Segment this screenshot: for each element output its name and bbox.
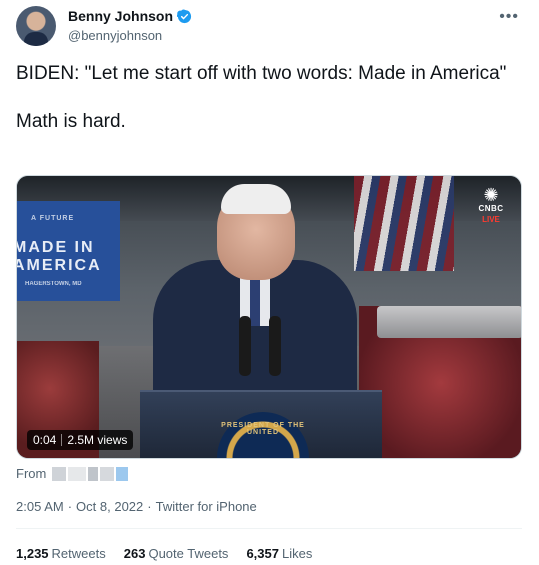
video-badge: 0:04 2.5M views (27, 430, 134, 450)
from-label: From (16, 466, 47, 481)
tweet-text: BIDEN: "Let me start off with two words:… (16, 62, 521, 134)
made-in-america-banner: A FUTURE MADE IN AMERICA HAGERSTOWN, MD (17, 201, 120, 301)
source-name-redacted[interactable] (52, 466, 129, 481)
microphone-icon (239, 316, 251, 376)
tweet-text-line2: Math is hard. (16, 111, 126, 132)
quote-tweets-stat[interactable]: 263 Quote Tweets (124, 546, 229, 561)
banner-line2: AMERICA (16, 257, 102, 274)
tweet-client[interactable]: Twitter for iPhone (156, 499, 257, 514)
quote-tweets-label: Quote Tweets (148, 546, 229, 561)
speaker-hair (221, 184, 291, 214)
seal-text: PRESIDENT OF THE UNITED (221, 422, 305, 436)
tweet-text-line1: BIDEN: "Let me start off with two words:… (16, 63, 507, 84)
author-avatar[interactable] (16, 6, 56, 46)
more-options-icon[interactable]: ••• (499, 8, 519, 26)
peacock-icon: ✺ (483, 185, 499, 205)
tweet-time[interactable]: 2:05 AM (16, 499, 64, 514)
quote-tweets-count: 263 (123, 546, 146, 561)
video-flags (354, 176, 454, 271)
divider (16, 528, 522, 529)
banner-line1: MADE IN (16, 239, 95, 256)
author-handle[interactable]: @bennyjohnson (68, 28, 162, 43)
badge-separator (61, 434, 63, 446)
microphone-icon (269, 316, 281, 376)
engagement-stats: 1,235 Retweets 263 Quote Tweets 6,357 Likes (16, 546, 312, 561)
likes-label: Likes (281, 546, 313, 561)
likes-stat[interactable]: 6,357 Likes (246, 546, 312, 561)
video-player[interactable]: A FUTURE MADE IN AMERICA HAGERSTOWN, MD … (16, 175, 522, 459)
tweet-meta: 2:05 AM · Oct 8, 2022 · Twitter for iPho… (16, 499, 257, 514)
meta-separator: · (147, 499, 152, 514)
engine-cover (377, 306, 521, 338)
source-attribution: From (16, 466, 129, 481)
live-label: LIVE (482, 215, 500, 224)
author-name-row[interactable]: Benny Johnson (68, 8, 192, 24)
likes-count: 6,357 (246, 546, 279, 561)
retweets-stat[interactable]: 1,235 Retweets (16, 546, 106, 561)
video-duration: 0:04 (33, 433, 57, 447)
banner-location: HAGERSTOWN, MD (25, 281, 82, 287)
retweets-label: Retweets (51, 546, 106, 561)
retweets-count: 1,235 (16, 546, 49, 561)
author-name[interactable]: Benny Johnson (68, 8, 173, 24)
tweet-date[interactable]: Oct 8, 2022 (76, 499, 143, 514)
speaker-tie (250, 276, 260, 326)
verified-badge-icon (177, 9, 192, 23)
meta-separator: · (67, 499, 73, 514)
video-views: 2.5M views (67, 433, 128, 447)
cnbc-logo: ✺ CNBC LIVE (475, 186, 507, 224)
banner-small-text: A FUTURE (31, 215, 75, 222)
cnbc-text: CNBC (478, 204, 504, 213)
